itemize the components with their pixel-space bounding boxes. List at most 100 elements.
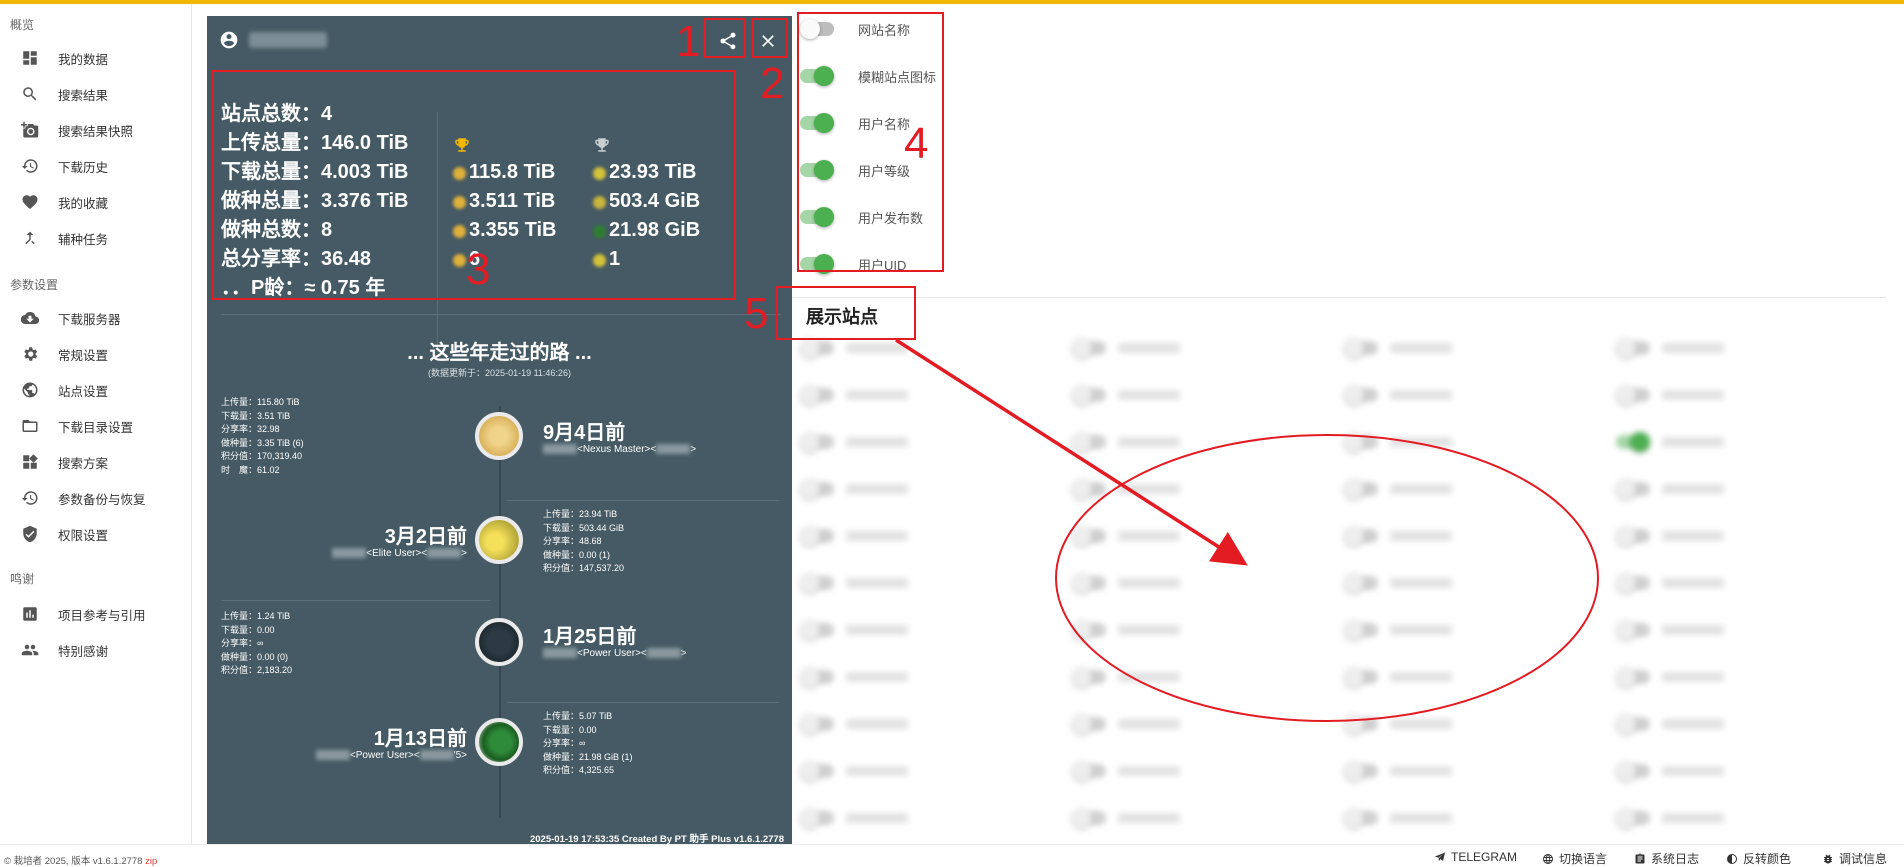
- toggle-switch[interactable]: [1616, 526, 1650, 546]
- telegram-button[interactable]: TELEGRAM: [1434, 850, 1517, 864]
- site-toggle-item[interactable]: [1616, 803, 1724, 833]
- site-toggle-item[interactable]: [1616, 333, 1724, 363]
- site-toggle-item[interactable]: [1344, 756, 1452, 786]
- site-toggle-item[interactable]: [1344, 427, 1452, 457]
- sidebar-item-download-server[interactable]: 下载服务器: [20, 302, 185, 334]
- site-toggle-item[interactable]: [1616, 568, 1724, 598]
- toggle-switch[interactable]: [800, 761, 834, 781]
- toggle-switch[interactable]: [1072, 761, 1106, 781]
- toggle-switch[interactable]: [1344, 620, 1378, 640]
- toggle-switch[interactable]: [1344, 808, 1378, 828]
- toggle-switch[interactable]: [1072, 808, 1106, 828]
- site-toggle-item[interactable]: [1616, 709, 1724, 739]
- site-toggle-item[interactable]: [1344, 380, 1452, 410]
- site-toggle-item[interactable]: [800, 615, 908, 645]
- toggle-switch[interactable]: [800, 479, 834, 499]
- site-toggle-item[interactable]: [800, 380, 908, 410]
- toggle-switch[interactable]: [1344, 573, 1378, 593]
- toggle-switch[interactable]: [1344, 714, 1378, 734]
- toggle-switch[interactable]: [1616, 808, 1650, 828]
- toggle-switch[interactable]: [800, 432, 834, 452]
- toggle-switch[interactable]: [1616, 620, 1650, 640]
- toggle-switch[interactable]: [1072, 385, 1106, 405]
- toggle-switch[interactable]: [1072, 432, 1106, 452]
- toggle-switch[interactable]: [1616, 573, 1650, 593]
- toggle-switch[interactable]: [800, 573, 834, 593]
- toggle-switch[interactable]: [1344, 338, 1378, 358]
- toggle-switch[interactable]: [1344, 761, 1378, 781]
- site-toggle-item[interactable]: [800, 662, 908, 692]
- sidebar-item-references[interactable]: 项目参考与引用: [20, 598, 185, 630]
- site-toggle-item[interactable]: [1344, 615, 1452, 645]
- switch-language-button[interactable]: 切换语言: [1542, 850, 1607, 867]
- site-toggle-item[interactable]: [1616, 662, 1724, 692]
- site-toggle-item[interactable]: [1072, 568, 1180, 598]
- sidebar-item-site-settings[interactable]: 站点设置: [20, 374, 185, 406]
- toggle-switch[interactable]: [1072, 714, 1106, 734]
- toggle-switch[interactable]: [1616, 714, 1650, 734]
- site-toggle-item[interactable]: [1072, 333, 1180, 363]
- site-toggle-item[interactable]: [1072, 521, 1180, 551]
- debug-info-button[interactable]: 调试信息: [1822, 850, 1887, 867]
- site-toggle-item[interactable]: [1072, 803, 1180, 833]
- sidebar-item-search-results[interactable]: 搜索结果: [20, 78, 185, 110]
- toggle-switch[interactable]: [1616, 338, 1650, 358]
- site-toggle-item[interactable]: [1072, 615, 1180, 645]
- toggle-switch[interactable]: [800, 385, 834, 405]
- site-toggle-item[interactable]: [1616, 615, 1724, 645]
- toggle-switch[interactable]: [1344, 385, 1378, 405]
- toggle-switch[interactable]: [1616, 479, 1650, 499]
- site-toggle-item[interactable]: [1344, 662, 1452, 692]
- toggle-switch[interactable]: [1072, 667, 1106, 687]
- site-toggle-item[interactable]: [1072, 709, 1180, 739]
- sidebar-item-permissions[interactable]: 权限设置: [20, 518, 185, 550]
- toggle-switch[interactable]: [1072, 479, 1106, 499]
- invert-color-button[interactable]: 反转颜色: [1726, 850, 1791, 867]
- toggle-switch[interactable]: [1072, 338, 1106, 358]
- toggle-switch[interactable]: [1616, 385, 1650, 405]
- site-toggle-item[interactable]: [800, 568, 908, 598]
- system-log-button[interactable]: 系统日志: [1634, 850, 1699, 867]
- site-toggle-item[interactable]: [1072, 474, 1180, 504]
- site-toggle-item[interactable]: [1616, 380, 1724, 410]
- site-toggle-item[interactable]: [1344, 333, 1452, 363]
- site-toggle-item[interactable]: [800, 709, 908, 739]
- toggle-switch[interactable]: [1344, 526, 1378, 546]
- site-toggle-item[interactable]: [1072, 756, 1180, 786]
- toggle-switch[interactable]: [800, 338, 834, 358]
- site-toggle-item[interactable]: [1344, 474, 1452, 504]
- sidebar-item-general-settings[interactable]: 常规设置: [20, 338, 185, 370]
- toggle-switch[interactable]: [1344, 432, 1378, 452]
- sidebar-item-backup-restore[interactable]: 参数备份与恢复: [20, 482, 185, 514]
- site-toggle-item[interactable]: [800, 427, 908, 457]
- toggle-switch[interactable]: [800, 667, 834, 687]
- site-toggle-item[interactable]: [800, 521, 908, 551]
- site-toggle-item[interactable]: [1344, 568, 1452, 598]
- site-toggle-item[interactable]: [800, 474, 908, 504]
- toggle-switch[interactable]: [1616, 432, 1650, 452]
- sidebar-item-search-scheme[interactable]: 搜索方案: [20, 446, 185, 478]
- toggle-switch[interactable]: [1072, 573, 1106, 593]
- toggle-switch[interactable]: [800, 620, 834, 640]
- site-toggle-item[interactable]: [1616, 474, 1724, 504]
- site-toggle-item[interactable]: [1344, 521, 1452, 551]
- toggle-switch[interactable]: [1616, 667, 1650, 687]
- site-toggle-item[interactable]: [1072, 662, 1180, 692]
- site-toggle-item[interactable]: [1072, 380, 1180, 410]
- toggle-switch[interactable]: [1072, 620, 1106, 640]
- site-toggle-item[interactable]: [1616, 756, 1724, 786]
- toggle-switch[interactable]: [1344, 479, 1378, 499]
- toggle-switch[interactable]: [1072, 526, 1106, 546]
- site-toggle-item[interactable]: [800, 803, 908, 833]
- toggle-switch[interactable]: [1616, 761, 1650, 781]
- sidebar-item-my-data[interactable]: 我的数据: [20, 42, 185, 74]
- sidebar-item-favorites[interactable]: 我的收藏: [20, 186, 185, 218]
- sidebar-item-download-history[interactable]: 下载历史: [20, 150, 185, 182]
- toggle-switch[interactable]: [800, 714, 834, 734]
- site-toggle-item[interactable]: [1616, 427, 1724, 457]
- toggle-switch[interactable]: [800, 808, 834, 828]
- sidebar-item-special-thanks[interactable]: 特别感谢: [20, 634, 185, 666]
- toggle-switch[interactable]: [1344, 667, 1378, 687]
- toggle-switch[interactable]: [800, 526, 834, 546]
- site-toggle-item[interactable]: [1616, 521, 1724, 551]
